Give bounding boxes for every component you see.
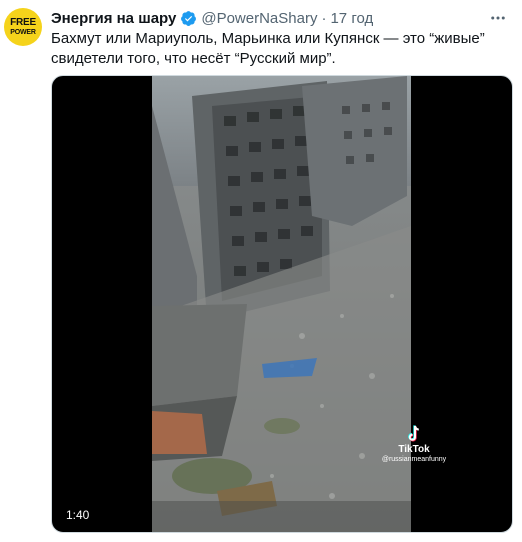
avatar-text-line1: FREE	[10, 17, 36, 28]
more-dots-icon[interactable]	[488, 8, 508, 28]
tweet-text: Бахмут или Мариуполь, Марьинка или Купян…	[51, 29, 506, 69]
video-frame[interactable]	[152, 76, 411, 533]
avatar[interactable]: FREE POWER	[4, 8, 42, 46]
timestamp-link[interactable]: 17 год	[330, 10, 373, 27]
tweet-text-line2: свидетели того, что несёт “Русский мир”.	[51, 50, 336, 67]
tweet-header: Энергия на шару @PowerNaShary · 17 год	[51, 9, 373, 27]
tweet-card[interactable]: FREE POWER Энергия на шару @PowerNaShary…	[0, 0, 522, 542]
video-duration-badge: 1:40	[60, 505, 96, 525]
header-separator: ·	[321, 9, 327, 27]
tiktok-logo-icon	[408, 425, 419, 442]
tiktok-wordmark: TikTok	[398, 444, 430, 455]
tiktok-username: @russianmeanfunny	[381, 456, 447, 463]
tweet-text-line1: Бахмут или Мариуполь, Марьинка или Купян…	[51, 30, 485, 47]
video-player[interactable]: TikTok @russianmeanfunny 1:40	[51, 75, 513, 533]
tiktok-watermark: TikTok @russianmeanfunny	[379, 425, 449, 463]
avatar-text-line2: POWER	[10, 29, 36, 36]
user-handle[interactable]: @PowerNaShary	[201, 10, 317, 27]
display-name[interactable]: Энергия на шару	[51, 10, 176, 27]
verified-badge-icon	[181, 10, 197, 26]
